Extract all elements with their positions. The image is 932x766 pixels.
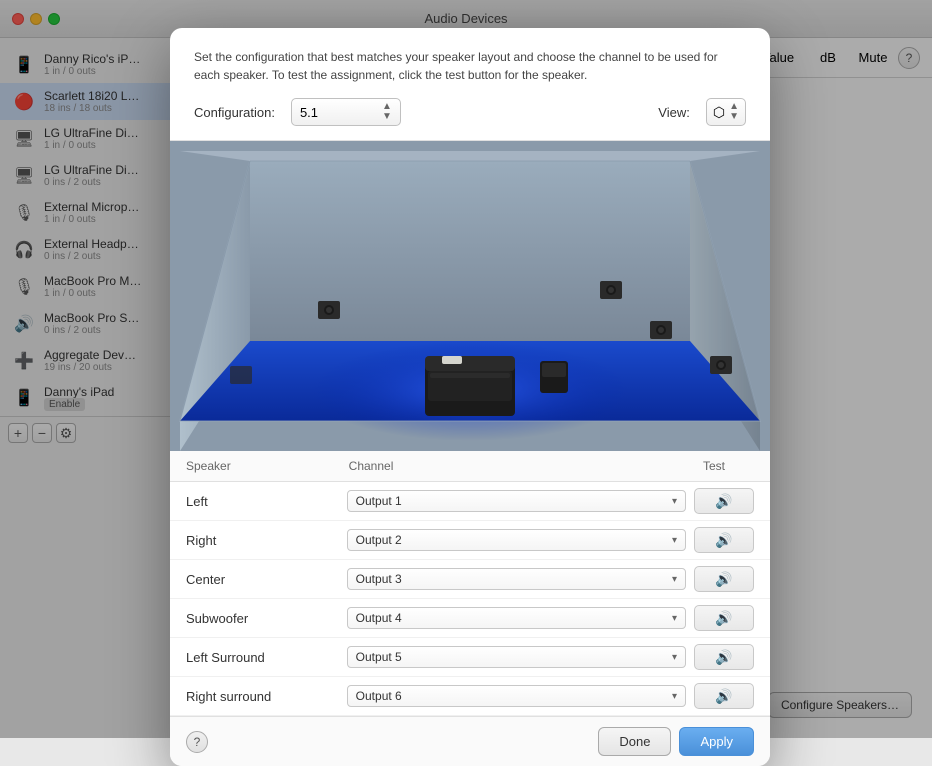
channel-value-0: Output 1: [356, 494, 672, 508]
channel-value-2: Output 3: [356, 572, 672, 586]
col-speaker-header: Speaker: [186, 459, 349, 473]
speaker-name-3: Subwoofer: [186, 611, 347, 626]
speaker-row-1: RightOutput 2▾🔊: [170, 521, 770, 560]
test-button-3[interactable]: 🔊: [694, 605, 754, 631]
view-control[interactable]: ⬡ ▲ ▼: [706, 98, 746, 126]
col-channel-header: Channel: [349, 459, 674, 473]
channel-arrow-5: ▾: [672, 691, 677, 702]
channel-arrow-2: ▾: [672, 574, 677, 585]
channel-arrow-1: ▾: [672, 535, 677, 546]
channel-select-2[interactable]: Output 3▾: [347, 568, 686, 590]
speaker-name-2: Center: [186, 572, 347, 587]
apply-button[interactable]: Apply: [679, 727, 754, 756]
view-stepper[interactable]: ▲ ▼: [729, 102, 739, 122]
config-stepper[interactable]: ▲ ▼: [382, 102, 392, 122]
configuration-select[interactable]: 5.1 ▲ ▼: [291, 98, 401, 126]
test-button-4[interactable]: 🔊: [694, 644, 754, 670]
channel-select-1[interactable]: Output 2▾: [347, 529, 686, 551]
room-visualization: [170, 141, 770, 451]
channel-value-1: Output 2: [356, 533, 672, 547]
speaker-name-1: Right: [186, 533, 347, 548]
channel-arrow-3: ▾: [672, 613, 677, 624]
col-test-header: Test: [674, 459, 754, 473]
speaker-name-5: Right surround: [186, 689, 347, 704]
config-row: Configuration: 5.1 ▲ ▼ View: ⬡ ▲ ▼: [194, 98, 746, 126]
speaker-config-modal: Set the configuration that best matches …: [170, 28, 770, 766]
footer-buttons: Done Apply: [598, 727, 754, 756]
test-button-5[interactable]: 🔊: [694, 683, 754, 709]
speaker-table: Speaker Channel Test LeftOutput 1▾🔊Right…: [170, 451, 770, 716]
channel-select-3[interactable]: Output 4▾: [347, 607, 686, 629]
channel-value-3: Output 4: [356, 611, 672, 625]
channel-select-5[interactable]: Output 6▾: [347, 685, 686, 707]
speaker-row-3: SubwooferOutput 4▾🔊: [170, 599, 770, 638]
modal-description: Set the configuration that best matches …: [194, 48, 746, 84]
test-button-2[interactable]: 🔊: [694, 566, 754, 592]
channel-arrow-0: ▾: [672, 496, 677, 507]
modal-header: Set the configuration that best matches …: [170, 28, 770, 141]
channel-select-4[interactable]: Output 5▾: [347, 646, 686, 668]
channel-value-4: Output 5: [356, 650, 672, 664]
modal-footer: ? Done Apply: [170, 716, 770, 766]
modal-help-button[interactable]: ?: [186, 731, 208, 753]
config-select-value: 5.1: [300, 105, 374, 120]
view-label: View:: [658, 105, 690, 120]
channel-value-5: Output 6: [356, 689, 672, 703]
speaker-row-5: Right surroundOutput 6▾🔊: [170, 677, 770, 716]
config-label: Configuration:: [194, 105, 275, 120]
speaker-row-0: LeftOutput 1▾🔊: [170, 482, 770, 521]
speaker-row-2: CenterOutput 3▾🔊: [170, 560, 770, 599]
speaker-row-4: Left SurroundOutput 5▾🔊: [170, 638, 770, 677]
channel-select-0[interactable]: Output 1▾: [347, 490, 686, 512]
cube-icon: ⬡: [713, 104, 725, 121]
done-button[interactable]: Done: [598, 727, 671, 756]
room-svg: [170, 141, 770, 451]
channel-arrow-4: ▾: [672, 652, 677, 663]
speaker-table-header: Speaker Channel Test: [170, 451, 770, 482]
speaker-name-4: Left Surround: [186, 650, 347, 665]
test-button-1[interactable]: 🔊: [694, 527, 754, 553]
speaker-name-0: Left: [186, 494, 347, 509]
test-button-0[interactable]: 🔊: [694, 488, 754, 514]
